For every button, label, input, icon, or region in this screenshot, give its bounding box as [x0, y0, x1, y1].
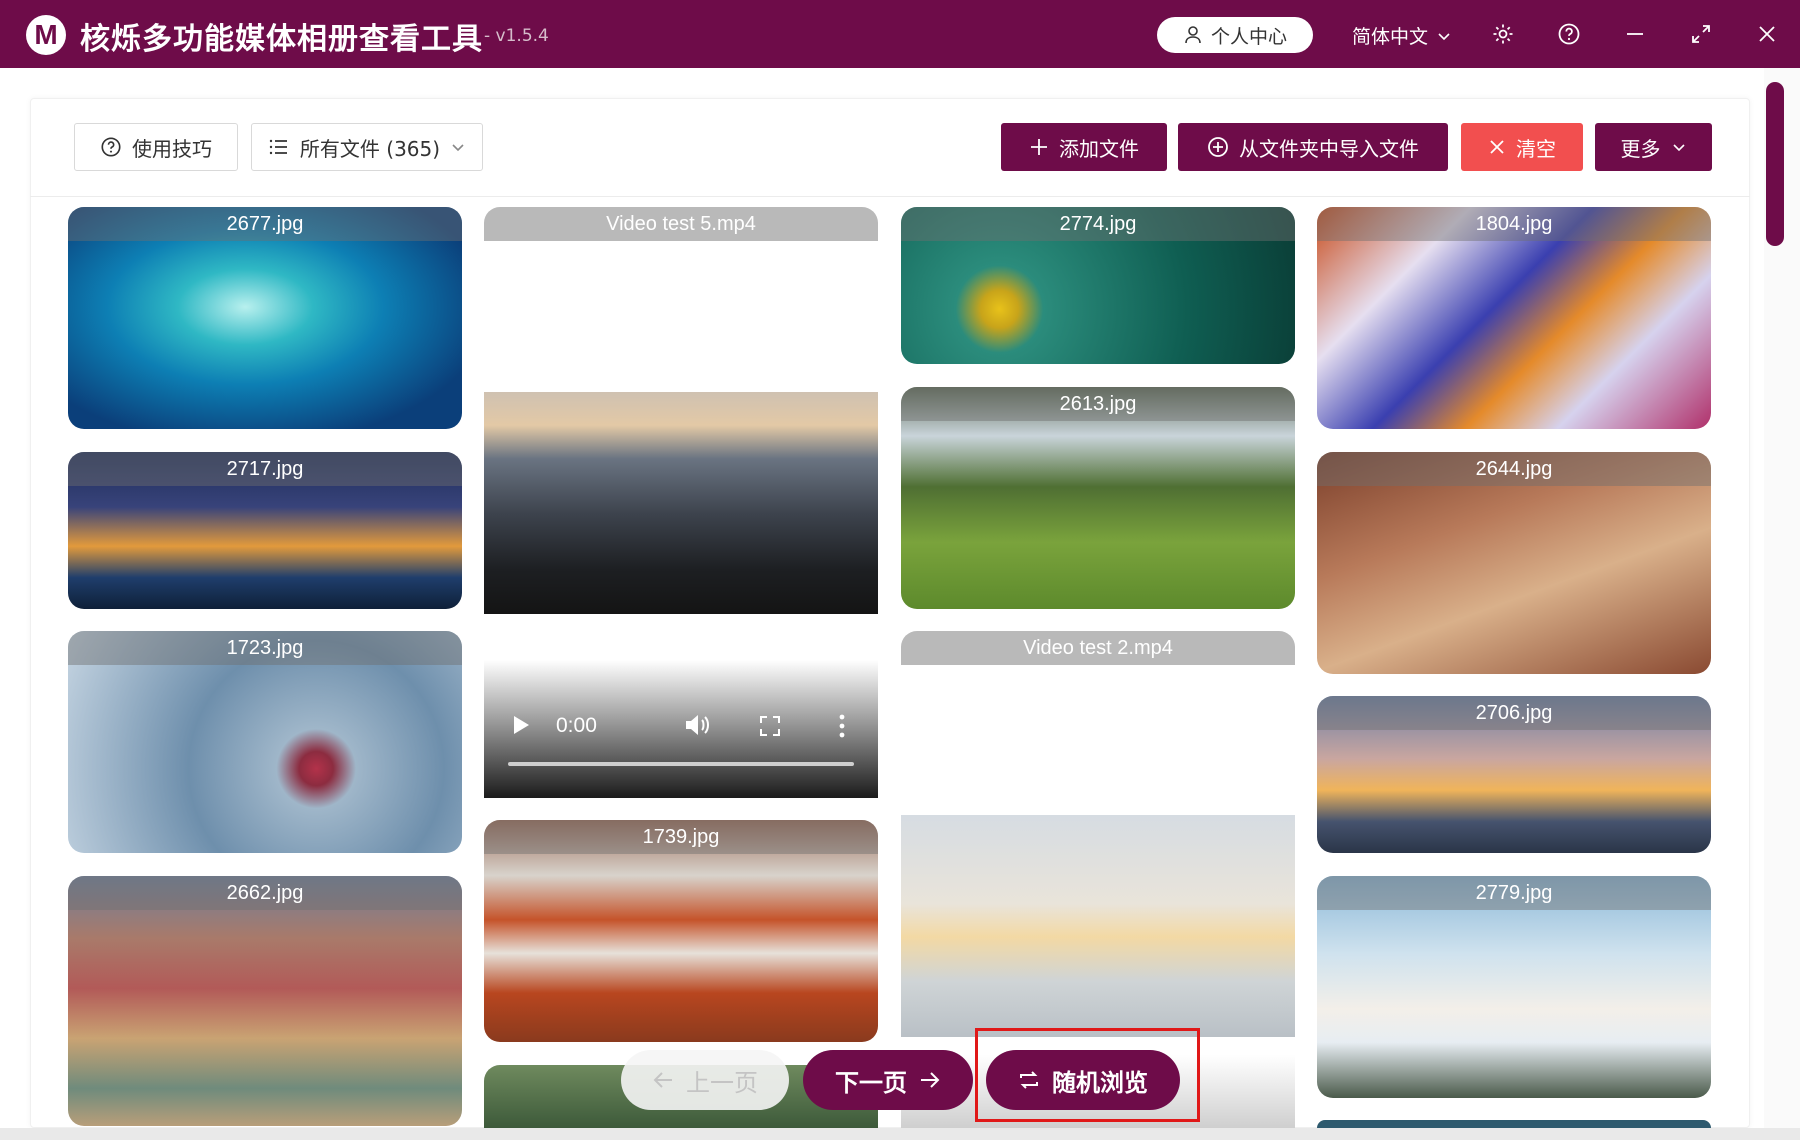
- gear-icon: [1493, 24, 1513, 44]
- gallery-item-caption: 1804.jpg: [1317, 207, 1711, 241]
- gallery-item-caption: 2717.jpg: [68, 452, 462, 486]
- add-files-button[interactable]: 添加文件: [1001, 123, 1167, 171]
- help-icon: [1558, 23, 1580, 45]
- gallery-item-caption: 2613.jpg: [901, 387, 1295, 421]
- gallery-item[interactable]: 2677.jpg: [68, 207, 462, 429]
- chevron-down-icon: [1672, 144, 1685, 152]
- import-folder-label: 从文件夹中导入文件: [1239, 136, 1419, 161]
- import-folder-button[interactable]: 从文件夹中导入文件: [1178, 123, 1448, 171]
- next-page-label: 下一页: [835, 1068, 907, 1097]
- gallery-item-caption: 1723.jpg: [68, 631, 462, 665]
- more-button[interactable]: 更多: [1595, 123, 1712, 171]
- next-page-button[interactable]: 下一页: [803, 1050, 973, 1110]
- tips-label: 使用技巧: [132, 136, 212, 161]
- video-player[interactable]: 0:00: [484, 660, 878, 798]
- language-label: 简体中文: [1352, 26, 1429, 48]
- scrollbar-thumb[interactable]: [1766, 82, 1784, 246]
- file-filter-select[interactable]: 所有文件 (365): [251, 123, 483, 171]
- user-icon: [1185, 26, 1201, 44]
- video-item-caption: Video test 2.mp4: [901, 631, 1295, 665]
- gallery-item[interactable]: 1804.jpg: [1317, 207, 1711, 429]
- app-version: - v1.5.4: [484, 26, 549, 46]
- toolbar-divider: [30, 196, 1750, 197]
- settings-button[interactable]: [1487, 18, 1519, 50]
- close-button[interactable]: [1751, 18, 1783, 50]
- prev-page-label: 上一页: [686, 1068, 758, 1097]
- app-logo: M: [26, 15, 66, 55]
- prev-page-button[interactable]: 上一页: [621, 1050, 789, 1110]
- arrow-left-icon: [653, 1072, 672, 1088]
- tips-button[interactable]: 使用技巧: [74, 123, 238, 171]
- profile-button[interactable]: 个人中心: [1157, 17, 1313, 53]
- gallery-item[interactable]: 2717.jpg: [68, 452, 462, 609]
- help-button[interactable]: [1553, 18, 1585, 50]
- gallery-item-caption: 2706.jpg: [1317, 696, 1711, 730]
- more-vertical-icon[interactable]: [839, 714, 845, 738]
- gallery-item-caption: 2662.jpg: [68, 876, 462, 910]
- profile-label: 个人中心: [1210, 25, 1287, 48]
- close-icon: [1759, 26, 1775, 42]
- help-icon: [101, 137, 121, 157]
- arrow-right-icon: [921, 1072, 940, 1088]
- play-icon[interactable]: [512, 715, 530, 735]
- gallery-item[interactable]: 2644.jpg: [1317, 452, 1711, 674]
- expand-icon: [1692, 25, 1710, 43]
- minimize-icon: [1627, 33, 1643, 35]
- plus-icon: [1031, 139, 1047, 155]
- highlight-annotation: [975, 1028, 1200, 1122]
- video-item-caption: Video test 5.mp4: [484, 207, 878, 241]
- gallery-item[interactable]: 2662.jpg: [68, 876, 462, 1126]
- gallery-item-caption: 2644.jpg: [1317, 452, 1711, 486]
- volume-icon[interactable]: [684, 713, 710, 737]
- chevron-down-icon: [1438, 32, 1450, 40]
- video-time: 0:00: [556, 714, 597, 737]
- maximize-button[interactable]: [1685, 18, 1717, 50]
- close-icon: [1490, 140, 1504, 154]
- minimize-button[interactable]: [1619, 18, 1651, 50]
- file-filter-label: 所有文件 (365): [299, 136, 441, 161]
- video-thumbnail[interactable]: [901, 815, 1295, 1037]
- gallery-item[interactable]: 2774.jpg: [901, 207, 1295, 364]
- gallery-item[interactable]: 2779.jpg: [1317, 876, 1711, 1098]
- language-select[interactable]: 简体中文: [1352, 22, 1452, 49]
- plus-circle-icon: [1208, 137, 1228, 157]
- more-label: 更多: [1620, 136, 1661, 161]
- gallery-item[interactable]: 1723.jpg: [68, 631, 462, 853]
- window-bottom-edge: [0, 1128, 1800, 1140]
- gallery-item[interactable]: [1317, 1120, 1711, 1128]
- gallery-item-caption: 2779.jpg: [1317, 876, 1711, 910]
- gallery-item-caption: 1739.jpg: [484, 820, 878, 854]
- gallery-item[interactable]: 2613.jpg: [901, 387, 1295, 609]
- clear-button[interactable]: 清空: [1461, 123, 1583, 171]
- gallery-item[interactable]: 1739.jpg: [484, 820, 878, 1042]
- video-thumbnail[interactable]: [484, 392, 878, 614]
- fullscreen-icon[interactable]: [760, 716, 780, 736]
- app-title: 核烁多功能媒体相册查看工具: [80, 22, 483, 57]
- add-files-label: 添加文件: [1059, 136, 1139, 161]
- list-icon: [269, 139, 287, 155]
- title-bar: M 核烁多功能媒体相册查看工具 - v1.5.4 个人中心 简体中文: [0, 0, 1800, 68]
- gallery-item-caption: 2677.jpg: [68, 207, 462, 241]
- gallery-item[interactable]: 2706.jpg: [1317, 696, 1711, 853]
- clear-label: 清空: [1516, 136, 1556, 161]
- video-progress-bar[interactable]: [508, 762, 854, 766]
- gallery-item-caption: 2774.jpg: [901, 207, 1295, 241]
- chevron-down-icon: [452, 144, 464, 152]
